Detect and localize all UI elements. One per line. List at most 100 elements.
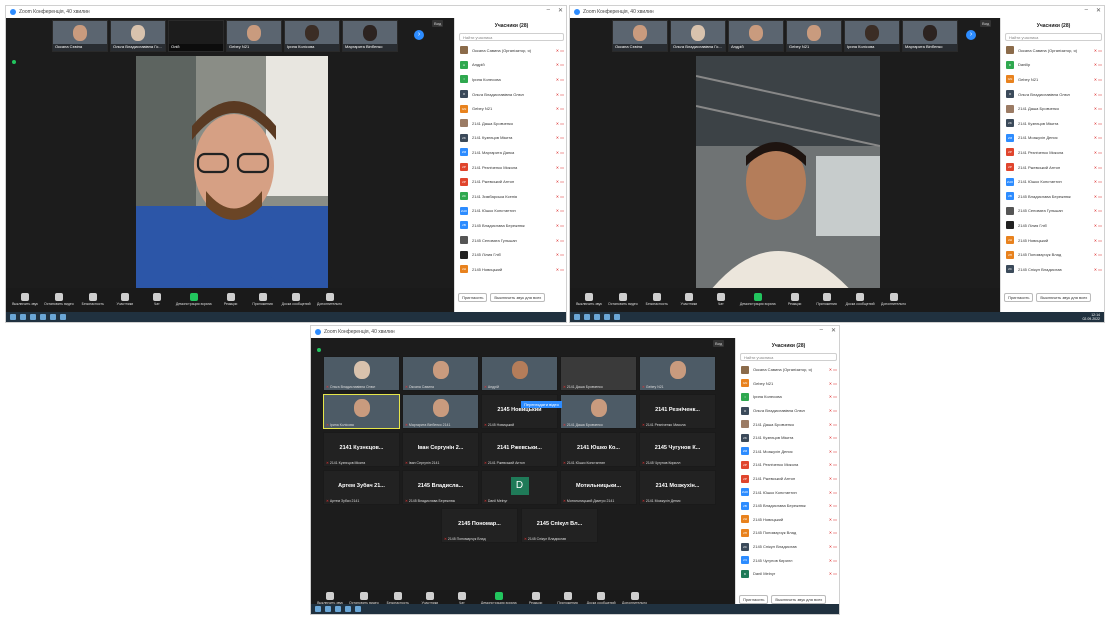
participant-row[interactable]: 2K 2141 Кузнєцов Мікита ✕ ▭: [1001, 116, 1104, 131]
close-icon[interactable]: ✕: [831, 327, 836, 334]
taskbar-app-icon[interactable]: [335, 606, 341, 612]
start-icon[interactable]: [10, 314, 16, 320]
minimize-icon[interactable]: –: [1085, 7, 1088, 14]
participant-row[interactable]: 2P 2141 Резніченко Микола ✕ ▭: [736, 458, 839, 472]
participant-row[interactable]: Оксана Савина (Організатор, я) ✕ ▭: [736, 363, 839, 377]
participant-row[interactable]: I Ірина Колесова ✕ ▭: [736, 390, 839, 404]
gallery-tile[interactable]: 2145 Пономар... 2145 Пономарчук Влад: [441, 508, 518, 543]
participant-row[interactable]: 2П 2145 Пономарчук Влад ✕ ▭: [736, 526, 839, 540]
invite-button[interactable]: Пригласить: [458, 293, 488, 302]
gallery-tile[interactable]: 2145 Спікул Вл... 2145 Спікул Владислав: [521, 508, 598, 543]
thumbnail-video[interactable]: Ольга Владиславівна Го...: [110, 20, 166, 52]
close-icon[interactable]: ✕: [558, 7, 563, 14]
stop-video-button[interactable]: Остановить видео: [349, 591, 379, 605]
participant-row[interactable]: 2C 2141 Зимбарська Ксенія ✕ ▭: [455, 189, 566, 204]
participants-button[interactable]: Участники: [676, 292, 702, 306]
gallery-tile[interactable]: 2141 Мозжухін... 2141 Мозжухін Денис: [639, 470, 716, 505]
stop-video-button[interactable]: Остановить видео: [608, 292, 638, 306]
share-screen-button[interactable]: Демонстрация экрана: [176, 292, 212, 306]
participant-row[interactable]: A Андрій ✕ ▭: [455, 58, 566, 73]
participant-row[interactable]: Оксана Савина (Організатор, я) ✕ ▭: [455, 43, 566, 58]
chat-button[interactable]: Чат: [144, 292, 170, 306]
mute-all-button[interactable]: Выключить звук для всех: [490, 293, 546, 302]
gallery-tile[interactable]: Ірина Колісова: [323, 394, 400, 429]
taskbar-app-icon[interactable]: [30, 314, 36, 320]
chat-button[interactable]: Чат: [708, 292, 734, 306]
whiteboard-button[interactable]: Доска сообщений: [846, 292, 875, 306]
gallery-tile[interactable]: 2141 Даша Бровченко: [560, 394, 637, 429]
mute-all-button[interactable]: Выключить звук для всех: [771, 595, 827, 604]
participant-row[interactable]: O Ольга Владиславівна Олюл ✕ ▭: [455, 87, 566, 102]
participant-row[interactable]: 2P 2141 Ржевський Антон ✕ ▭: [455, 174, 566, 189]
participant-row[interactable]: 2M 2141 Мозжухін Денис ✕ ▭: [736, 445, 839, 459]
next-page-icon[interactable]: ›: [966, 30, 976, 40]
chat-button[interactable]: Чат: [449, 591, 475, 605]
gallery-tile[interactable]: 2145 Владисла... 2145 Владислава Бережнюк: [402, 470, 479, 505]
gallery-tile[interactable]: 2141 Кузнєцов... 2141 Кузнєцов Мікита: [323, 432, 400, 467]
reactions-button[interactable]: Реакции: [218, 292, 244, 306]
search-input[interactable]: Найти учасника: [459, 33, 564, 41]
more-button[interactable]: Дополнительно: [317, 292, 343, 306]
participant-row[interactable]: 2П 2145 Пономарчук Влад ✕ ▭: [1001, 247, 1104, 262]
gallery-tile[interactable]: DDanil Melnyr: [481, 470, 558, 505]
next-page-icon[interactable]: ›: [414, 30, 424, 40]
participant-row[interactable]: 2H 2145 Новицький ✕ ▭: [736, 513, 839, 527]
thumbnail-video[interactable]: Маргарита Вінбенко: [342, 20, 398, 52]
taskbar-app-icon[interactable]: [20, 314, 26, 320]
participant-row[interactable]: 2H 2145 Новицький ✕ ▭: [455, 262, 566, 277]
participant-row[interactable]: O Ольга Владиславівна Олюл ✕ ▭: [736, 404, 839, 418]
participant-row[interactable]: 2M 2141 Мозжухін Денис ✕ ▭: [1001, 131, 1104, 146]
participant-row[interactable]: 2HO 2141 Юшко Константин ✕ ▭: [455, 204, 566, 219]
participant-row[interactable]: 2B 2145 Владислава Бережнюк ✕ ▭: [1001, 189, 1104, 204]
participant-row[interactable]: 2145 Сеновата Гульшан ✕ ▭: [455, 233, 566, 248]
participants-button[interactable]: Участники: [112, 292, 138, 306]
invite-button[interactable]: Пригласить: [1004, 293, 1034, 302]
participant-row[interactable]: D Danilip ✕ ▭: [1001, 58, 1104, 73]
thumbnail-video[interactable]: Олій: [168, 20, 224, 52]
gallery-tile[interactable]: 2141 Юшко Ко... 2141 Юшко Константин: [560, 432, 637, 467]
search-input[interactable]: Найти учасника: [740, 353, 837, 361]
participant-row[interactable]: 2C 2145 Спікул Владислав ✕ ▭: [736, 540, 839, 554]
start-icon[interactable]: [315, 606, 321, 612]
participant-row[interactable]: GN Gebey N21 ✕ ▭: [455, 101, 566, 116]
participant-row[interactable]: 2Ч 2145 Чугунов Кирилл ✕ ▭: [736, 553, 839, 567]
gallery-tile[interactable]: 2145 Чугунов К... 2145 Чугунов Кирилл: [639, 432, 716, 467]
thumbnail-video[interactable]: Оксана Сєвіна: [52, 20, 108, 52]
participant-row[interactable]: 2B 2145 Владислава Бережнюк ✕ ▭: [736, 499, 839, 513]
participant-row[interactable]: GN Gebey N21 ✕ ▭: [736, 377, 839, 391]
taskbar-app-icon[interactable]: [355, 606, 361, 612]
gallery-tile[interactable]: 2145 Новицький2145 Новицький: [481, 394, 558, 429]
reactions-button[interactable]: Реакции: [782, 292, 808, 306]
minimize-icon[interactable]: –: [820, 327, 823, 334]
participant-row[interactable]: 2P 2141 Резніченко Микола ✕ ▭: [455, 160, 566, 175]
mute-all-button[interactable]: Выключить звук для всех: [1036, 293, 1092, 302]
thumbnail-video[interactable]: Андрій: [728, 20, 784, 52]
mute-button[interactable]: Выключить звук: [12, 292, 38, 306]
mute-button[interactable]: Выключить звук: [317, 591, 343, 605]
whiteboard-button[interactable]: Доска сообщений: [282, 292, 311, 306]
taskbar-app-icon[interactable]: [594, 314, 600, 320]
participant-row[interactable]: 2P 2141 Резніченко Микола ✕ ▭: [1001, 145, 1104, 160]
share-screen-button[interactable]: Демонстрация экрана: [481, 591, 517, 605]
participant-row[interactable]: 2C 2145 Спікул Владислав ✕ ▭: [1001, 262, 1104, 277]
more-button[interactable]: Дополнительно: [622, 591, 648, 605]
participant-row[interactable]: 2H 2145 Новицький ✕ ▭: [1001, 233, 1104, 248]
gallery-tile[interactable]: 2141 Даша Бровченко: [560, 356, 637, 391]
security-button[interactable]: Безопасность: [644, 292, 670, 306]
view-button[interactable]: Вид: [432, 20, 444, 27]
gallery-tile[interactable]: Мотильницьки... Мотильницький Дмитро 2141: [560, 470, 637, 505]
view-button[interactable]: Вид: [713, 340, 725, 347]
gallery-tile[interactable]: Маргарита Вінбенко 2141: [402, 394, 479, 429]
start-icon[interactable]: [574, 314, 580, 320]
share-screen-button[interactable]: Демонстрация экрана: [740, 292, 776, 306]
gallery-tile[interactable]: Іван Сергунін 2... Іван Сергунін 2141: [402, 432, 479, 467]
participant-row[interactable]: GN Gebey N21 ✕ ▭: [1001, 72, 1104, 87]
gallery-tile[interactable]: 2141 Ржевськи... 2141 Ржевський Антон: [481, 432, 558, 467]
participant-row[interactable]: 2B 2145 Владислава Бережнюк ✕ ▭: [455, 218, 566, 233]
participant-row[interactable]: 2HO 2141 Юшко Константин ✕ ▭: [736, 485, 839, 499]
close-icon[interactable]: ✕: [1096, 7, 1101, 14]
participant-row[interactable]: 2M 2141 Маргарита Данка ✕ ▭: [455, 145, 566, 160]
participant-row[interactable]: O Ольга Владиславівна Олюл ✕ ▭: [1001, 87, 1104, 102]
apps-button[interactable]: Приложения: [814, 292, 840, 306]
participant-row[interactable]: 2145 Лілия Гліб ✕ ▭: [1001, 218, 1104, 233]
